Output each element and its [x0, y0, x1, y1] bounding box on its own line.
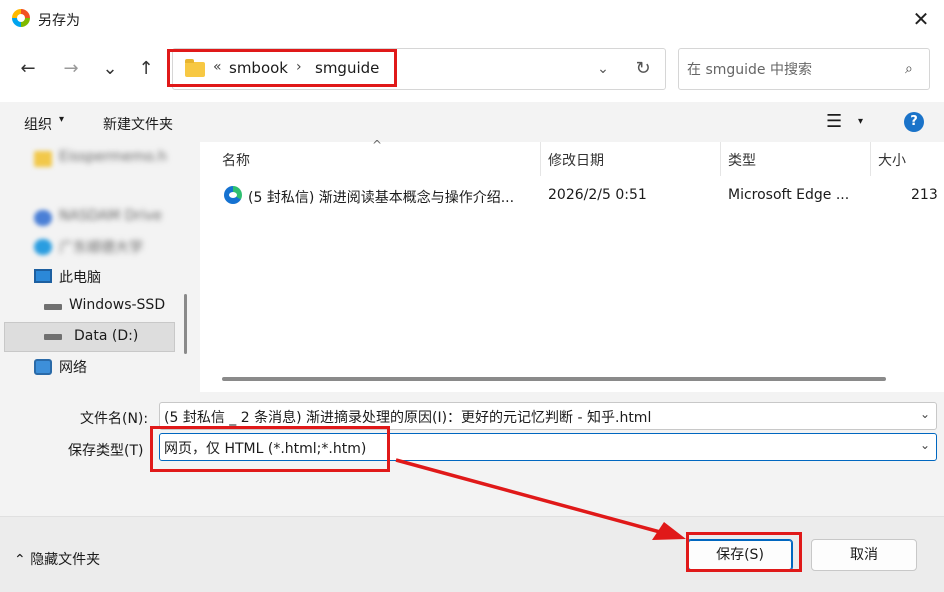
folder-icon: [185, 59, 205, 77]
search-box[interactable]: ⌕: [678, 48, 930, 90]
view-options-caret-icon[interactable]: ▾: [858, 116, 863, 127]
up-arrow-icon[interactable]: ↑: [130, 53, 162, 85]
save-form: 文件名(N): (5 封私信 _ 2 条消息) 渐进摘录处理的原因(I)：更好的…: [0, 392, 944, 516]
sidebar-item-network[interactable]: 网络: [0, 352, 180, 382]
address-dropdown-chevron-icon[interactable]: ⌄: [589, 55, 617, 83]
sidebar-item-label: 广东顺德大学: [59, 240, 143, 256]
horizontal-scrollbar[interactable]: [222, 377, 886, 381]
drive-icon: [44, 304, 62, 310]
close-icon[interactable]: ✕: [906, 4, 936, 34]
cloud-drive-icon: [34, 239, 52, 255]
save-button[interactable]: 保存(S): [687, 539, 793, 571]
search-input[interactable]: [687, 59, 887, 81]
sidebar-item-data-d[interactable]: Data (D:): [4, 322, 175, 352]
file-name: (5 封私信) 渐进阅读基本概念与操作介绍...: [248, 190, 515, 206]
column-header-date[interactable]: 修改日期: [548, 142, 604, 176]
organize-button[interactable]: 组织: [24, 114, 52, 134]
sidebar-scrollbar[interactable]: [184, 294, 187, 354]
computer-icon: [34, 269, 52, 283]
hide-folders-label: 隐藏文件夹: [30, 552, 101, 568]
dialog-footer: ⌃ 隐藏文件夹 保存(S) 取消: [0, 516, 944, 592]
sidebar-item-blurred-3[interactable]: 广东顺德大学: [0, 232, 180, 262]
edge-browser-icon: [224, 186, 242, 204]
forward-arrow-icon[interactable]: →: [55, 53, 87, 85]
title-bar: 另存为 ✕: [0, 0, 944, 38]
filename-value[interactable]: (5 封私信 _ 2 条消息) 渐进摘录处理的原因(I)：更好的元记忆判断 - …: [164, 407, 651, 427]
chevron-up-icon: ⌃: [14, 552, 26, 568]
drive-icon: [44, 334, 62, 340]
navigation-bar: ← → ⌄ ↑ « smbook › smguide ⌄ ↻ ⌕: [0, 38, 944, 102]
file-type: Microsoft Edge ...: [728, 187, 850, 203]
sidebar-item-windows-ssd[interactable]: Windows-SSD: [0, 292, 180, 322]
sidebar-item-label: Eisspermemo.h: [59, 149, 167, 165]
file-list: ^ 名称 修改日期 类型 大小 (5 封私信) 渐进阅读基本概念与操作介绍...…: [200, 138, 944, 392]
filetype-label: 保存类型(T): [68, 443, 144, 459]
table-row[interactable]: (5 封私信) 渐进阅读基本概念与操作介绍... 2026/2/5 0:51 M…: [216, 182, 944, 212]
filetype-select[interactable]: 网页，仅 HTML (*.html;*.htm) ⌄: [159, 433, 937, 461]
chevron-down-icon[interactable]: ⌄: [920, 438, 930, 452]
address-bar[interactable]: « smbook › smguide ⌄ ↻: [172, 48, 666, 90]
help-icon[interactable]: ?: [904, 112, 924, 132]
cloud-drive-icon: [34, 210, 52, 226]
command-toolbar: 组织 ▾ 新建文件夹 ☰ ▾ ?: [0, 102, 944, 142]
column-header-name[interactable]: 名称: [222, 142, 250, 176]
filename-field[interactable]: (5 封私信 _ 2 条消息) 渐进摘录处理的原因(I)：更好的元记忆判断 - …: [159, 402, 937, 430]
window-title: 另存为: [38, 13, 80, 29]
recent-locations-chevron-icon[interactable]: ⌄: [94, 53, 126, 85]
filetype-value[interactable]: 网页，仅 HTML (*.html;*.htm): [164, 438, 366, 458]
breadcrumb-smbook[interactable]: smbook: [229, 59, 288, 77]
sidebar-item-label: Data (D:): [74, 328, 139, 344]
sidebar-item-label: 此电脑: [59, 270, 101, 286]
new-folder-button[interactable]: 新建文件夹: [103, 114, 173, 134]
cancel-button[interactable]: 取消: [811, 539, 917, 571]
back-arrow-icon[interactable]: ←: [12, 53, 44, 85]
refresh-icon[interactable]: ↻: [629, 55, 657, 83]
folder-icon: [34, 151, 52, 167]
column-divider[interactable]: [870, 142, 871, 176]
navigation-pane: Eisspermemo.h NASDAM Drive 广东顺德大学 此电脑 Wi…: [0, 142, 192, 392]
search-icon[interactable]: ⌕: [905, 61, 913, 77]
breadcrumb-smguide[interactable]: smguide: [315, 59, 379, 77]
network-icon: [34, 359, 52, 375]
column-header-type[interactable]: 类型: [728, 142, 756, 176]
sidebar-item-label: Windows-SSD: [69, 297, 166, 313]
filename-label: 文件名(N):: [80, 411, 149, 427]
sidebar-item-label: 网络: [59, 360, 87, 376]
column-divider[interactable]: [720, 142, 721, 176]
sidebar-item-label: NASDAM Drive: [59, 208, 162, 224]
sidebar-item-blurred-1[interactable]: Eisspermemo.h: [0, 144, 180, 174]
app-icon: [12, 9, 30, 27]
sidebar-item-this-pc[interactable]: 此电脑: [0, 262, 180, 292]
column-header-size[interactable]: 大小: [878, 142, 906, 176]
sidebar-item-blurred-2[interactable]: NASDAM Drive: [0, 203, 180, 233]
file-date: 2026/2/5 0:51: [548, 187, 647, 203]
sort-ascending-icon: ^: [372, 138, 383, 152]
view-options-icon[interactable]: ☰: [826, 111, 842, 132]
organize-caret-icon[interactable]: ▾: [59, 114, 64, 125]
breadcrumb-overflow-icon[interactable]: «: [213, 59, 222, 75]
file-size: 213: [911, 187, 938, 203]
hide-folders-toggle[interactable]: ⌃ 隐藏文件夹: [14, 549, 100, 569]
chevron-down-icon[interactable]: ⌄: [920, 407, 930, 421]
breadcrumb-separator-icon[interactable]: ›: [296, 59, 302, 75]
column-divider[interactable]: [540, 142, 541, 176]
